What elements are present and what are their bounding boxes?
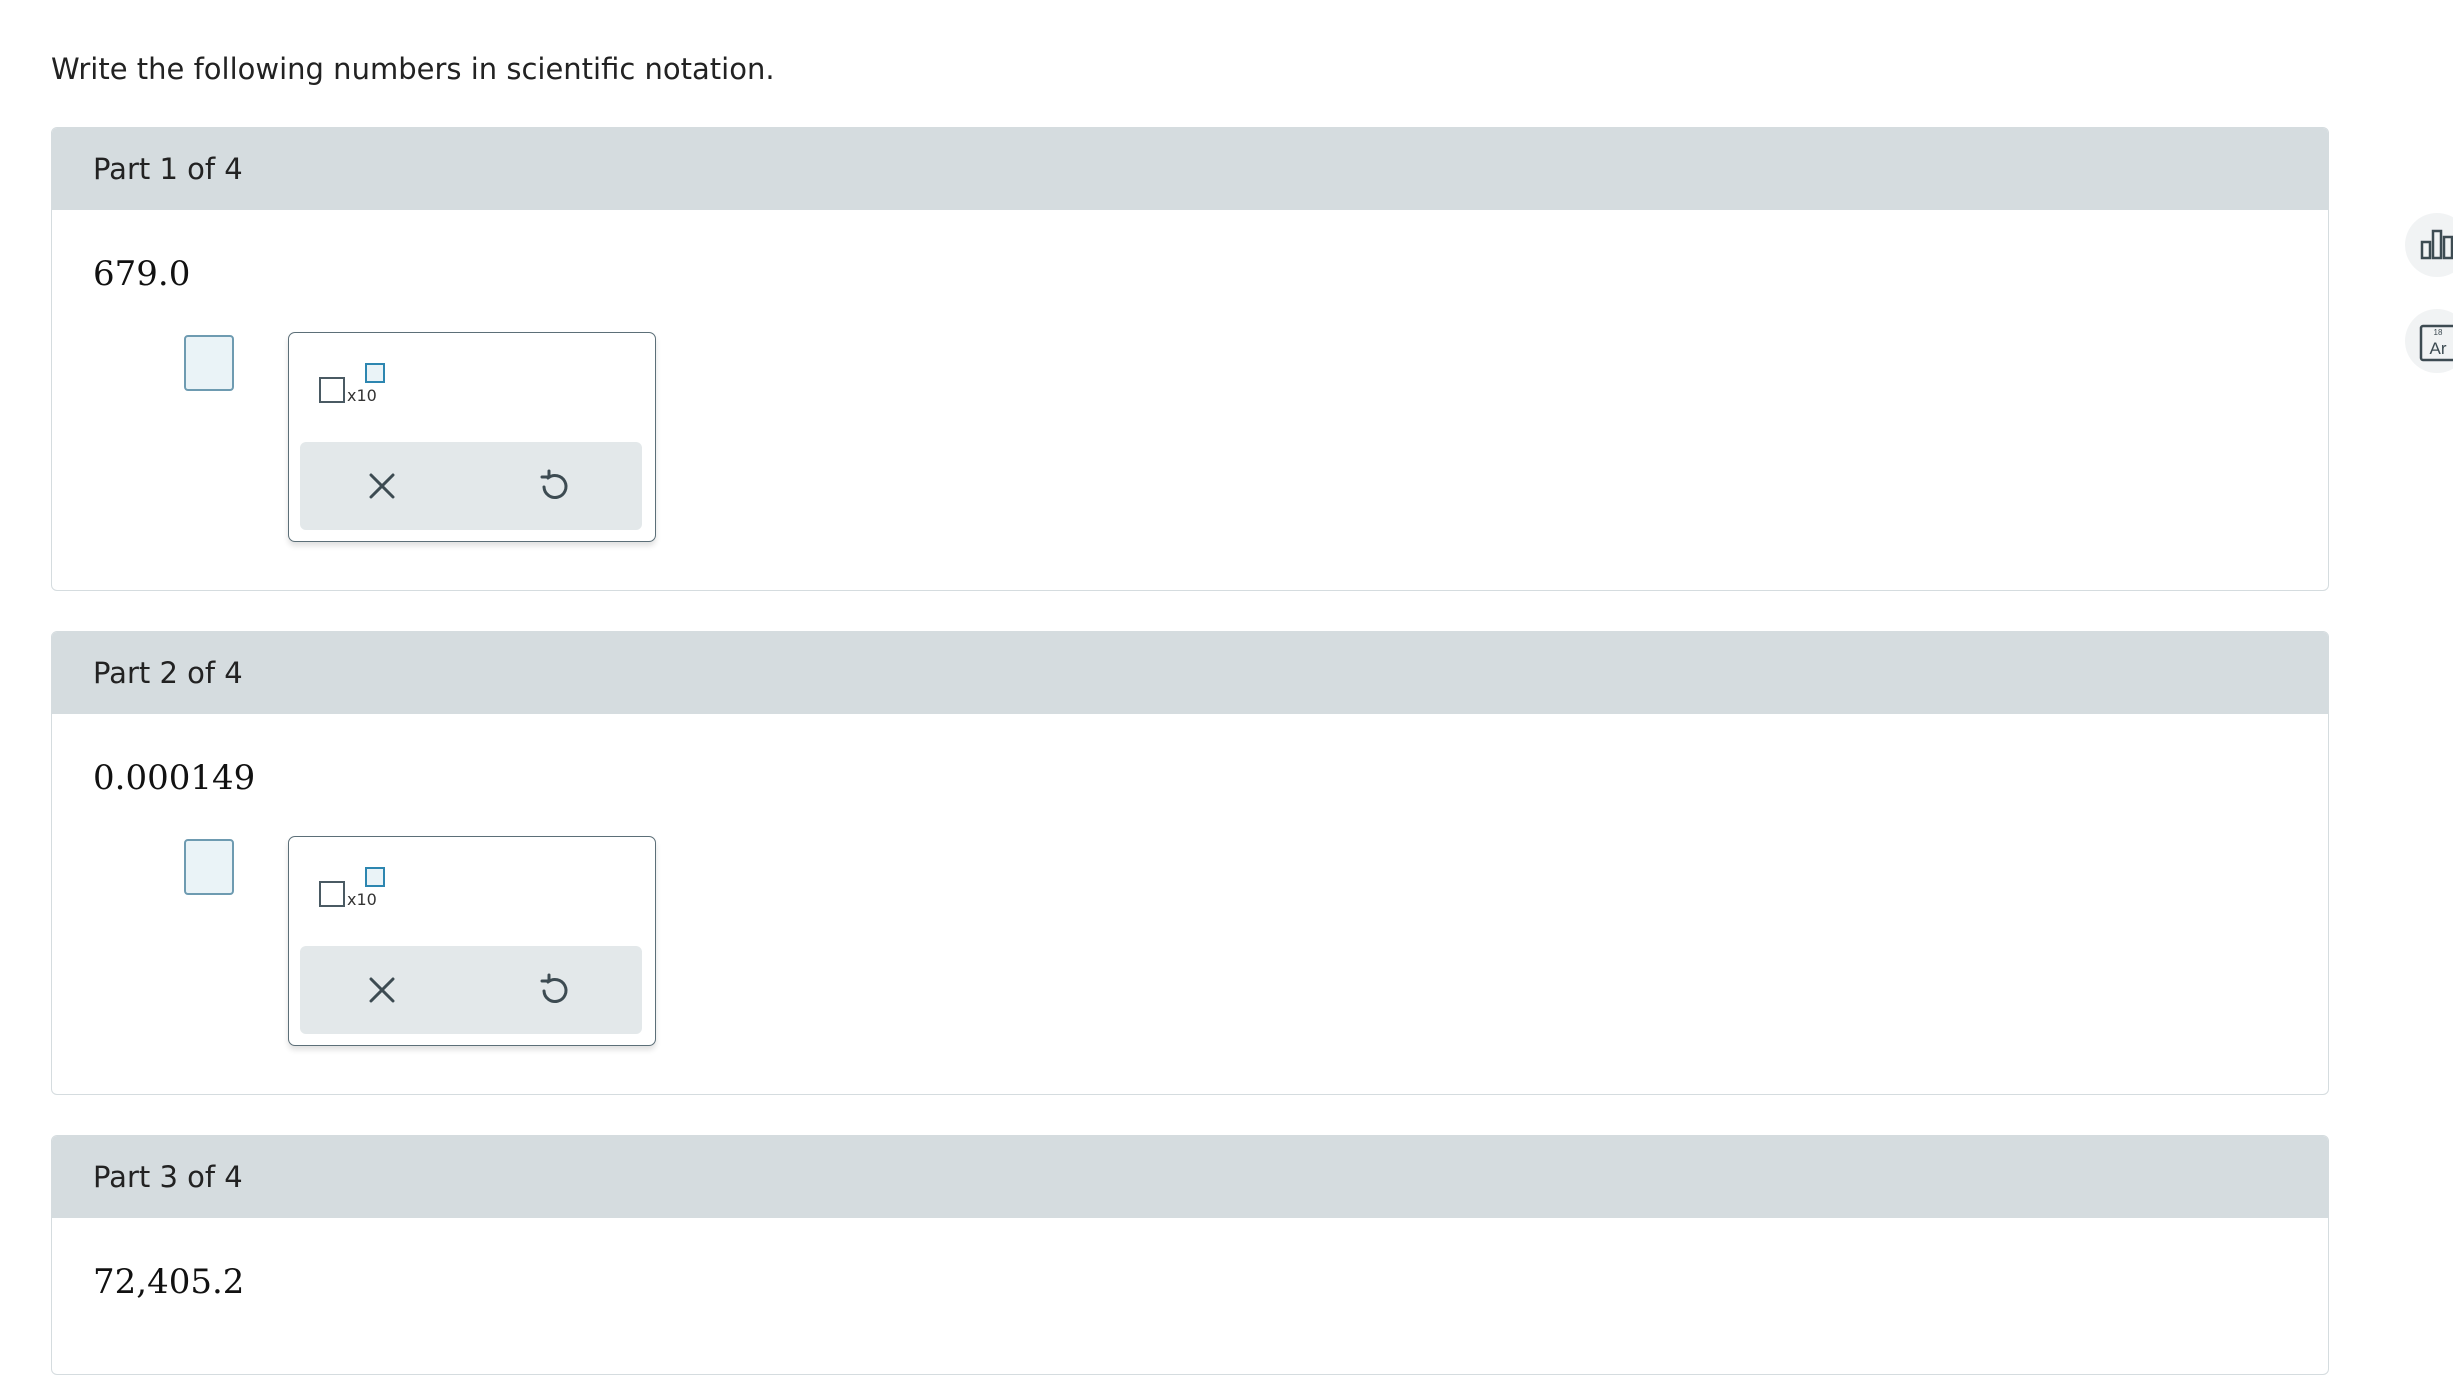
part-3-title: Part 3 of 4 bbox=[93, 1160, 243, 1194]
exponent-placeholder-icon bbox=[365, 363, 385, 383]
part-1-number: 679.0 bbox=[93, 254, 191, 294]
part-1-math-palette: x10 bbox=[288, 332, 656, 542]
instructions-text: Write the following numbers in scientifi… bbox=[51, 52, 775, 86]
part-2-math-palette: x10 bbox=[288, 836, 656, 1046]
part-3-number: 72,405.2 bbox=[93, 1262, 245, 1302]
clear-icon bbox=[369, 473, 395, 499]
clear-button[interactable] bbox=[352, 960, 412, 1020]
part-2: Part 2 of 4 0.000149 x10 bbox=[51, 631, 2329, 1095]
part-1-answer-input[interactable] bbox=[184, 335, 234, 391]
undo-button[interactable] bbox=[524, 456, 584, 516]
periodic-table-button[interactable]: 18 Ar bbox=[2405, 309, 2453, 373]
part-2-answer-input[interactable] bbox=[184, 839, 234, 895]
palette-actions bbox=[300, 442, 642, 530]
part-1: Part 1 of 4 679.0 x10 bbox=[51, 127, 2329, 591]
times-ten-label: x10 bbox=[347, 890, 377, 909]
part-2-header: Part 2 of 4 bbox=[52, 632, 2328, 714]
periodic-symbol: Ar bbox=[2430, 339, 2447, 358]
base-placeholder-icon bbox=[319, 377, 345, 403]
undo-button[interactable] bbox=[524, 960, 584, 1020]
clear-button[interactable] bbox=[352, 456, 412, 516]
periodic-badge-number: 18 bbox=[2434, 328, 2443, 337]
part-2-title: Part 2 of 4 bbox=[93, 656, 243, 690]
bar-chart-icon bbox=[2420, 229, 2453, 260]
palette-actions bbox=[300, 946, 642, 1034]
part-3: Part 3 of 4 72,405.2 bbox=[51, 1135, 2329, 1375]
undo-icon bbox=[540, 469, 568, 499]
scientific-notation-template-button[interactable]: x10 bbox=[319, 363, 399, 413]
periodic-table-icon: 18 Ar bbox=[2419, 324, 2453, 362]
part-3-header: Part 3 of 4 bbox=[52, 1136, 2328, 1218]
base-placeholder-icon bbox=[319, 881, 345, 907]
exponent-placeholder-icon bbox=[365, 867, 385, 887]
clear-icon bbox=[369, 977, 395, 1003]
part-2-number: 0.000149 bbox=[93, 758, 256, 798]
times-ten-label: x10 bbox=[347, 386, 377, 405]
data-chart-button[interactable] bbox=[2405, 213, 2453, 277]
part-1-header: Part 1 of 4 bbox=[52, 128, 2328, 210]
scientific-notation-template-button[interactable]: x10 bbox=[319, 867, 399, 917]
part-1-title: Part 1 of 4 bbox=[93, 152, 243, 186]
undo-icon bbox=[540, 973, 568, 1003]
